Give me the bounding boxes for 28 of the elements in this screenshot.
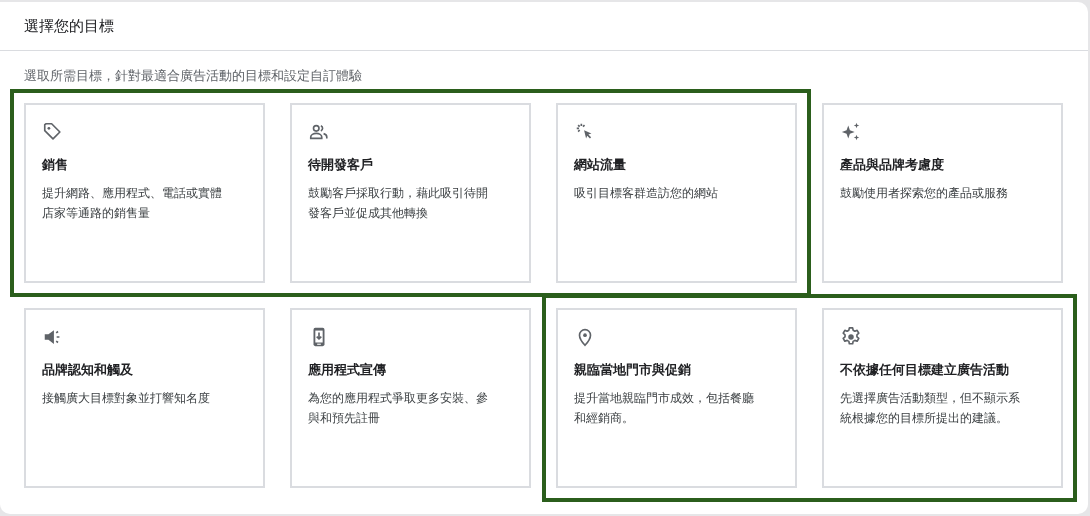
goal-card[interactable]: 待開發客戶 鼓勵客戶採取行動，藉此吸引待開發客戶並促成其他轉換 bbox=[290, 103, 531, 283]
card-title: 應用程式宣傳 bbox=[308, 361, 387, 379]
card-description: 吸引目標客群造訪您的網站 bbox=[574, 185, 719, 202]
panel-subtitle: 選取所需目標，針對最適合廣告活動的目標和設定自訂體驗 bbox=[23, 67, 363, 85]
goal-card[interactable]: 網站流量 吸引目標客群造訪您的網站 bbox=[556, 103, 797, 283]
card-title: 待開發客戶 bbox=[308, 156, 374, 174]
goal-card[interactable]: 親臨當地門市與促銷 提升當地親臨門市成效，包括餐廳和經銷商。 bbox=[556, 308, 797, 488]
goal-card[interactable]: 品牌認知和觸及 接觸廣大目標對象並打響知名度 bbox=[24, 308, 265, 488]
card-description: 鼓勵使用者探索您的產品或服務 bbox=[840, 185, 1009, 202]
card-description: 鼓勵客戶採取行動，藉此吸引待開發客戶並促成其他轉換 bbox=[308, 185, 489, 222]
card-description: 先選擇廣告活動類型，但不顯示系統根據您的目標所提出的建議。 bbox=[840, 390, 1021, 427]
card-description: 接觸廣大目標對象並打響知名度 bbox=[42, 390, 211, 407]
goal-card[interactable]: 不依據任何目標建立廣告活動 先選擇廣告活動類型，但不顯示系統根據您的目標所提出的建議。 bbox=[822, 308, 1063, 488]
card-description: 提升網路、應用程式、電話或實體店家等通路的銷售量 bbox=[42, 185, 223, 222]
card-description: 為您的應用程式爭取更多安裝、參與和預先註冊 bbox=[308, 390, 489, 427]
card-title: 產品與品牌考慮度 bbox=[840, 156, 945, 174]
goal-card[interactable]: 應用程式宣傳 為您的應用程式爭取更多安裝、參與和預先註冊 bbox=[290, 308, 531, 488]
card-title: 親臨當地門市與促銷 bbox=[574, 361, 692, 379]
card-title: 網站流量 bbox=[574, 156, 627, 174]
settings-icon bbox=[840, 326, 862, 348]
sparkles-icon bbox=[840, 121, 862, 143]
goal-card[interactable]: 銷售 提升網路、應用程式、電話或實體店家等通路的銷售量 bbox=[24, 103, 265, 283]
card-title: 銷售 bbox=[42, 156, 69, 174]
card-title: 不依據任何目標建立廣告活動 bbox=[840, 361, 1010, 379]
goal-card[interactable]: 產品與品牌考慮度 鼓勵使用者探索您的產品或服務 bbox=[822, 103, 1063, 283]
card-title: 品牌認知和觸及 bbox=[42, 361, 134, 379]
panel-title: 選擇您的目標 bbox=[24, 16, 114, 36]
card-description: 提升當地親臨門市成效，包括餐廳和經銷商。 bbox=[574, 390, 755, 427]
